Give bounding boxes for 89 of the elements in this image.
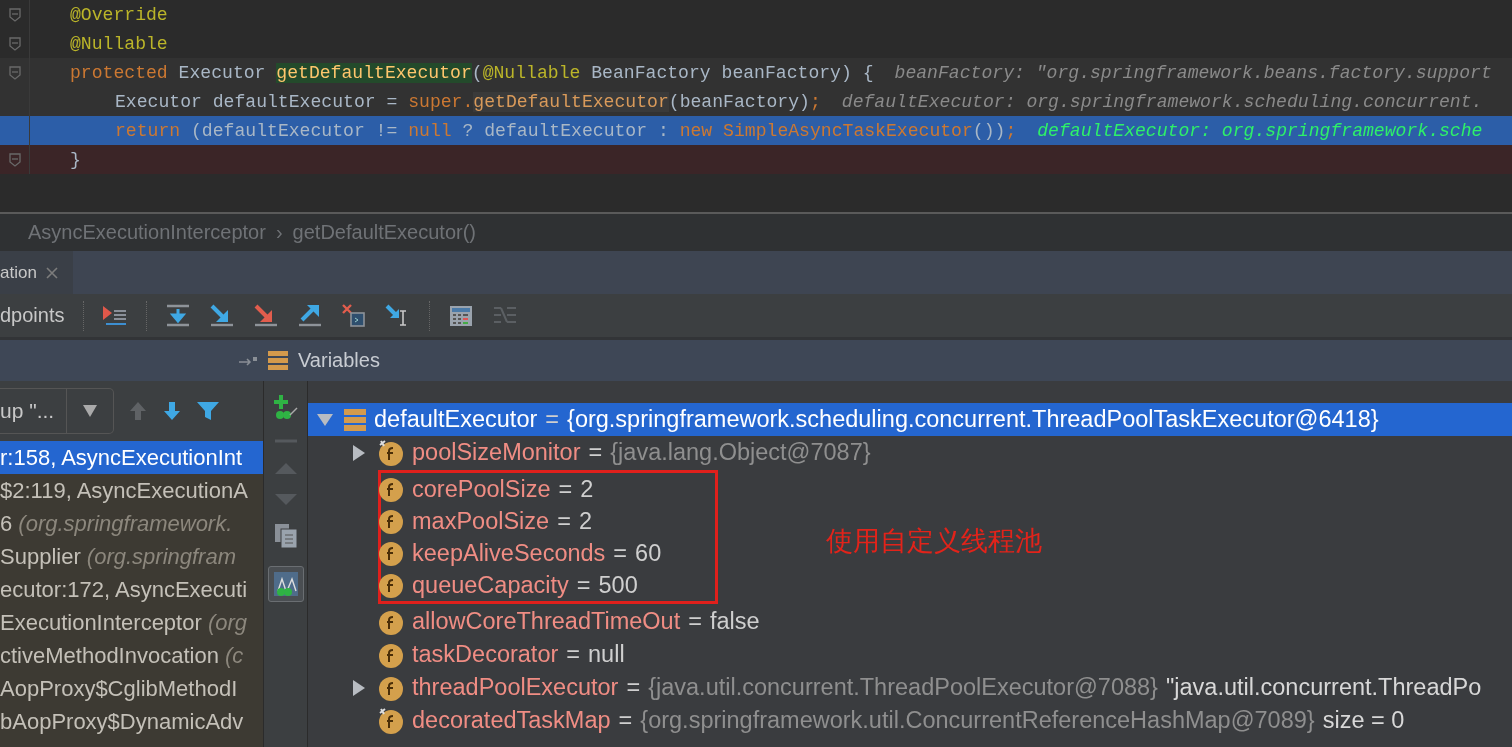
settings-icon [272, 571, 299, 597]
variable-name: defaultExecutor [374, 406, 538, 433]
stack-frame[interactable]: bAopProxy$DynamicAdv [0, 705, 263, 738]
view-settings-button[interactable] [267, 566, 304, 602]
variable-name: corePoolSize [412, 475, 551, 503]
stack-frame[interactable]: ctiveMethodInvocation (c [0, 639, 263, 672]
variable-value: {java.lang.Object@7087} [610, 439, 871, 466]
variable-name: keepAliveSeconds [412, 539, 606, 567]
breadcrumb-separator: › [275, 221, 283, 244]
code-text: } [70, 149, 81, 170]
equals-sign: = [558, 475, 573, 503]
variable-value: null [588, 641, 625, 668]
fold-icon[interactable] [7, 6, 22, 23]
equals-sign: = [626, 674, 641, 701]
variable-row[interactable]: allowCoreThreadTimeOut = false [308, 605, 1512, 638]
inline-value-hint: defaultExecutor: org.springframework.scheduling.concurrent. [841, 91, 1483, 112]
equals-sign: = [613, 539, 628, 567]
fold-icon[interactable] [7, 35, 22, 52]
down-arrow-icon[interactable] [162, 400, 183, 422]
variable-value: {java.util.concurrent.ThreadPoolExecutor@7088} [648, 674, 1158, 701]
stack-frame[interactable]: Supplier (org.springfram [0, 540, 263, 573]
stack-frame[interactable]: 6 (org.springframework. [0, 507, 263, 540]
variable-value: {org.springframework.scheduling.concurrent.ThreadPoolTaskExecutor@6418} [567, 406, 1379, 433]
close-icon[interactable] [44, 265, 59, 280]
drop-frame-icon[interactable] [340, 302, 367, 329]
variable-value: 2 [578, 507, 592, 535]
variable-row[interactable]: defaultExecutor = {org.springframework.scheduling.concurrent.ThreadPoolTaskExecutor@6418} [308, 403, 1512, 436]
variable-row[interactable]: poolSizeMonitor = {java.lang.Object@7087} [308, 436, 1512, 469]
variable-name: decoratedTaskMap [412, 707, 611, 734]
panel-title: Variables [298, 349, 380, 372]
inline-value-hint: defaultExecutor: org.springframework.sche [1037, 120, 1483, 141]
variable-name: allowCoreThreadTimeOut [412, 608, 681, 635]
variable-row[interactable]: corePoolSize = 2 [308, 473, 715, 505]
variable-name: threadPoolExecutor [412, 674, 619, 701]
variable-value: 500 [598, 571, 638, 599]
object-icon [344, 408, 366, 431]
stack-frame[interactable]: AopProxy$CglibMethodI [0, 672, 263, 705]
variable-value: 60 [635, 539, 662, 567]
code-text: @Override [70, 4, 168, 25]
stack-frame[interactable]: ExecutionInterceptor (org [0, 606, 263, 639]
caret-icon [83, 405, 98, 417]
variable-row[interactable]: queueCapacity = 500 [308, 569, 715, 601]
equals-sign: = [545, 406, 560, 433]
expand-arrow-icon[interactable] [351, 679, 367, 696]
equals-sign: = [588, 439, 603, 466]
value-note: "java.util.concurrent.ThreadPo [1166, 674, 1482, 701]
variable-row[interactable]: keepAliveSeconds = 60 [308, 537, 715, 569]
variable-name: poolSizeMonitor [412, 439, 581, 466]
variable-name: queueCapacity [412, 571, 569, 599]
variable-name: taskDecorator [412, 641, 559, 668]
variable-row[interactable]: decoratedTaskMap = {org.springframework.util.ConcurrentReferenceHashMap@7089} size = 0 [308, 704, 1512, 737]
up-arrow-icon[interactable] [128, 400, 149, 422]
step-out-icon[interactable] [296, 302, 323, 329]
add-watch-icon[interactable] [272, 395, 299, 421]
code-text: return (defaultExecutor != null ? defaultExecutor : new SimpleAsyncTaskExecutor()); [115, 120, 1017, 141]
equals-sign: = [576, 571, 591, 599]
collapse-arrow-icon[interactable] [317, 411, 333, 428]
fold-icon[interactable] [7, 64, 22, 81]
force-step-into-icon[interactable] [252, 302, 279, 329]
fold-icon[interactable] [7, 151, 22, 168]
code-text: protected Executor getDefaultExecutor(@Nullable BeanFactory beanFactory) { [70, 62, 874, 83]
variables-icon [268, 351, 288, 370]
variable-row[interactable]: maxPoolSize = 2 [308, 505, 715, 537]
variable-value: 2 [580, 475, 594, 503]
step-into-icon[interactable] [208, 302, 235, 329]
stack-frame[interactable]: $2:119, AsyncExecutionA [0, 474, 263, 507]
debug-tab[interactable]: ation [0, 251, 73, 294]
code-text: Executor defaultExecutor = super.getDefaultExecutor(beanFactory); [115, 91, 821, 112]
expand-arrow-icon[interactable] [351, 444, 367, 461]
code-text: @Nullable [70, 33, 168, 54]
step-over-icon[interactable] [164, 302, 191, 329]
equals-sign: = [557, 507, 571, 535]
variable-row[interactable]: taskDecorator = null [308, 638, 1512, 671]
variable-row[interactable]: threadPoolExecutor = {java.util.concurrent.ThreadPoolExecutor@7088} "java.util.concurrent.ThreadPo [308, 671, 1512, 704]
breakpoints-tab[interactable]: dpoints [0, 304, 65, 327]
stack-frame[interactable]: ecutor:172, AsyncExecuti [0, 573, 263, 606]
filter-icon[interactable] [196, 400, 221, 422]
variable-value: {org.springframework.util.ConcurrentReferenceHashMap@7089} [640, 707, 1315, 734]
annotation-text: 使用自定义线程池 [826, 524, 1042, 558]
variable-value: false [709, 608, 760, 635]
equals-sign: = [618, 707, 633, 734]
stack-frame[interactable]: r:158, AsyncExecutionInt [0, 441, 263, 474]
inline-value-hint: beanFactory: "org.springframework.beans.factory.support [894, 62, 1492, 83]
variable-name: maxPoolSize [412, 507, 550, 535]
thread-dropdown[interactable]: up "... [0, 388, 115, 434]
equals-sign: = [688, 608, 702, 635]
equals-sign: = [566, 641, 580, 668]
copy-icon[interactable] [273, 523, 298, 549]
value-note: size = 0 [1322, 707, 1405, 734]
